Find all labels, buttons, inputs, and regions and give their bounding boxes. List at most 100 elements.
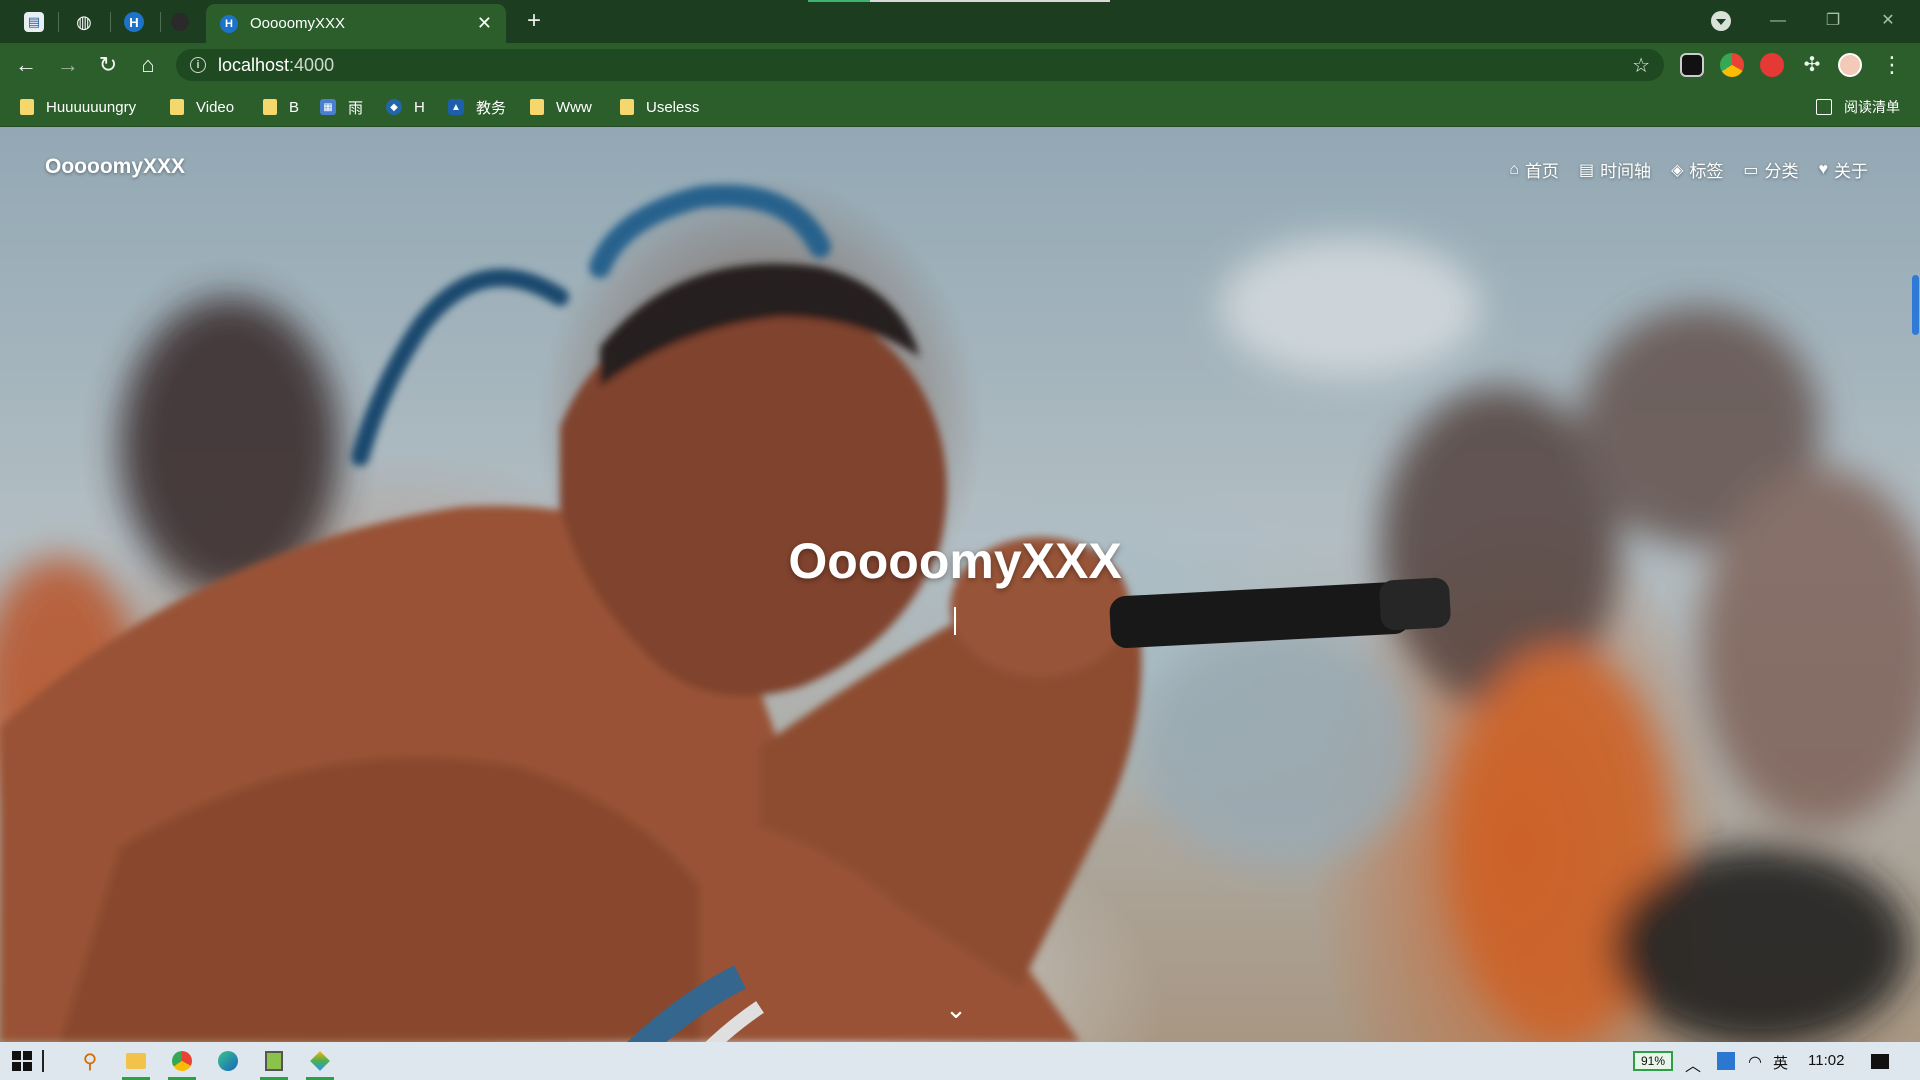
tab-close-icon[interactable]: ✕ — [477, 13, 492, 34]
site-brand-link[interactable]: OoooomyXXX — [45, 155, 185, 179]
site-info-icon[interactable]: i — [190, 57, 206, 73]
bookmark-label: Video — [196, 98, 235, 116]
extensions-puzzle-icon[interactable]: ✣ — [1796, 49, 1828, 81]
site-favicon-icon: ◆ — [386, 99, 402, 115]
globe-favicon-icon: ◍ — [76, 11, 92, 32]
chevron-down-icon — [1716, 19, 1726, 25]
address-bar[interactable]: i localhost:4000 ☆ — [176, 49, 1664, 81]
bookmark-www[interactable]: Www — [530, 97, 592, 117]
bookmark-b[interactable]: B — [263, 97, 299, 117]
menu-item-home[interactable]: ⌂ 首页 — [1509, 157, 1559, 182]
notifications-icon[interactable] — [1862, 1046, 1898, 1076]
page-load-progress — [808, 0, 1110, 2]
mortarboard-icon: ▲ — [448, 99, 464, 115]
folder-open-icon: ▭ — [1743, 161, 1759, 179]
site-menu: ⌂ 首页 ▤ 时间轴 ◈ 标签 ▭ 分类 ♥ 关于 — [1509, 157, 1868, 182]
scrollbar-thumb[interactable] — [1912, 275, 1919, 335]
battery-indicator[interactable]: 91% — [1633, 1051, 1673, 1071]
bookmark-star-icon[interactable]: ☆ — [1632, 53, 1650, 78]
pinned-tab-2[interactable]: ◍ — [64, 8, 104, 36]
chrome-extension-icon[interactable] — [1720, 53, 1744, 77]
back-button[interactable]: ← — [10, 49, 42, 81]
folder-icon — [20, 99, 34, 115]
menu-label: 标签 — [1689, 162, 1724, 181]
url-port: :4000 — [289, 54, 335, 75]
tab-search-button[interactable] — [1711, 11, 1731, 31]
start-button[interactable] — [4, 1046, 40, 1076]
tray-chevron-up-icon[interactable]: ︿ — [1685, 1052, 1701, 1076]
bookmark-video[interactable]: Video — [170, 97, 234, 117]
tags-icon: ◈ — [1671, 161, 1684, 179]
bookmark-label: Huuuuuungry — [46, 98, 137, 116]
bookmark-label: Www — [556, 98, 592, 116]
close-window-button[interactable]: ✕ — [1866, 6, 1910, 36]
reload-button[interactable]: ↻ — [92, 49, 124, 81]
menu-label: 时间轴 — [1600, 162, 1652, 181]
bookmarks-bar: Huuuuuungry Video B ▦ 雨 ◆ H ▲ 教务 Www Useles… — [0, 87, 1920, 127]
bookmark-huuuuuungry[interactable]: Huuuuuungry — [20, 97, 136, 117]
minimize-button[interactable]: — — [1756, 6, 1800, 36]
clock[interactable]: 11:02 — [1808, 1052, 1844, 1069]
hero-title: OoooomyXXX — [788, 533, 1122, 589]
site-favicon-icon: ▦ — [320, 99, 336, 115]
page-scrollbar[interactable] — [1910, 127, 1920, 1042]
windows-taskbar: ⚲ 91% ︿ ◠ 英 11:02 — [0, 1042, 1920, 1080]
folder-icon — [620, 99, 634, 115]
doc-favicon-icon: ▤ — [24, 12, 44, 32]
bookmark-jiaowu[interactable]: ▲ 教务 — [448, 97, 506, 117]
file-explorer-icon[interactable] — [118, 1046, 154, 1080]
extension-glasses-icon[interactable] — [1680, 53, 1704, 77]
heart-icon: ♥ — [1818, 160, 1829, 178]
tray-app-icon[interactable] — [1708, 1046, 1744, 1076]
pinned-tab-3[interactable]: H — [114, 8, 154, 36]
tab-active[interactable]: H OoooomyXXX ✕ — [206, 4, 506, 43]
bookmark-label: 教务 — [476, 99, 507, 117]
chrome-taskbar-icon[interactable] — [164, 1046, 200, 1080]
wifi-icon[interactable]: ◠ — [1748, 1052, 1762, 1072]
scroll-down-chevron-icon[interactable]: ⌄ — [944, 996, 968, 1023]
site-navbar: OoooomyXXX ⌂ 首页 ▤ 时间轴 ◈ 标签 ▭ 分类 ♥ 关于 — [0, 127, 1920, 207]
bookmark-label: B — [289, 98, 300, 116]
reading-list-icon — [1816, 99, 1832, 115]
edge-taskbar-icon[interactable] — [210, 1046, 246, 1076]
archive-icon: ▤ — [1578, 161, 1595, 179]
page-viewport: OoooomyXXX ⌂ 首页 ▤ 时间轴 ◈ 标签 ▭ 分类 ♥ 关于 OoooomyX… — [0, 127, 1920, 1042]
search-icon[interactable]: ⚲ — [72, 1046, 108, 1076]
pinned-tab-4[interactable] — [160, 8, 200, 36]
restore-button[interactable]: ❐ — [1811, 6, 1855, 36]
menu-label: 首页 — [1524, 162, 1559, 181]
github-favicon-icon — [171, 13, 189, 31]
address-url[interactable]: localhost:4000 — [218, 55, 1632, 76]
task-view-icon[interactable] — [36, 1046, 50, 1076]
typing-cursor — [954, 607, 956, 635]
profile-avatar[interactable] — [1838, 53, 1862, 77]
h-favicon-icon: H — [220, 14, 238, 33]
tab-title: OoooomyXXX — [250, 15, 346, 32]
new-tab-button[interactable]: + — [520, 8, 548, 36]
folder-icon — [530, 99, 544, 115]
home-button[interactable]: ⌂ — [132, 49, 164, 81]
url-host: localhost — [218, 54, 290, 75]
bookmark-yu[interactable]: ▦ 雨 — [320, 97, 363, 117]
browser-toolbar: ← → ↻ ⌂ i localhost:4000 ☆ ✣ ⋮ — [0, 43, 1920, 87]
menu-item-tags[interactable]: ◈ 标签 — [1671, 157, 1723, 182]
app-diamond-icon[interactable] — [302, 1046, 338, 1080]
folder-icon — [170, 99, 184, 115]
bookmark-useless[interactable]: Useless — [620, 97, 699, 117]
h-favicon-icon: H — [124, 12, 144, 32]
pinned-tab-1[interactable]: ▤ — [14, 8, 54, 36]
ime-indicator[interactable]: 英 — [1773, 1052, 1788, 1073]
browser-menu-icon[interactable]: ⋮ — [1876, 49, 1908, 81]
windows-logo-icon — [12, 1051, 32, 1071]
menu-item-timeline[interactable]: ▤ 时间轴 — [1579, 157, 1651, 182]
menu-label: 关于 — [1834, 162, 1868, 181]
bookmark-h[interactable]: ◆ H — [386, 97, 425, 117]
menu-item-categories[interactable]: ▭ 分类 — [1743, 157, 1798, 182]
menu-item-about[interactable]: ♥ 关于 — [1819, 157, 1869, 182]
notepad-taskbar-icon[interactable] — [256, 1046, 292, 1080]
folder-icon — [263, 99, 277, 115]
tab-strip: ▤ ◍ H H OoooomyXXX ✕ + — ❐ ✕ — [0, 0, 1920, 43]
forward-button[interactable]: → — [52, 49, 84, 81]
reading-list-button[interactable]: 阅读清单 — [1816, 97, 1900, 117]
red-extension-icon[interactable] — [1760, 53, 1784, 77]
